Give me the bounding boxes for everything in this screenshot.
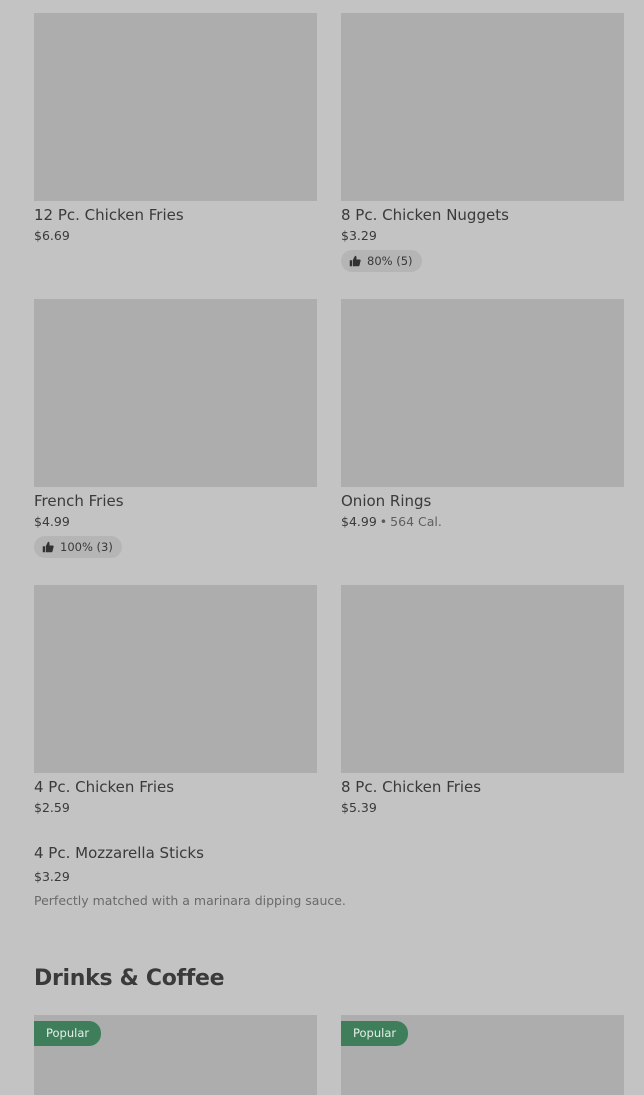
item-image <box>341 13 624 201</box>
drink-card[interactable]: Popular <box>341 1015 624 1095</box>
item-meta: $4.99 • 564 Cal. <box>341 514 624 530</box>
item-name: 4 Pc. Mozzarella Sticks <box>34 844 204 862</box>
item-price: $6.69 <box>34 228 70 243</box>
item-name: 4 Pc. Chicken Fries <box>34 778 175 796</box>
menu-item-card[interactable]: Onion Rings $4.99 • 564 Cal. <box>341 299 624 530</box>
rating-badge: 80% (5) <box>341 250 422 272</box>
menu-item-text[interactable]: 4 Pc. Mozzarella Sticks $3.29 Perfectly … <box>34 844 624 909</box>
menu-item-card[interactable]: French Fries $4.99 100% (3) <box>34 299 317 558</box>
item-price: $4.99 <box>34 514 70 529</box>
separator-dot: • <box>379 514 388 529</box>
menu-item-card[interactable]: 8 Pc. Chicken Fries $5.39 <box>341 585 624 816</box>
item-calories: 564 Cal. <box>390 514 442 529</box>
rating-text: 100% (3) <box>60 540 113 554</box>
section-title: Drinks & Coffee <box>34 966 225 991</box>
item-image <box>341 299 624 487</box>
item-name: French Fries <box>34 492 124 510</box>
menu-item-card[interactable]: 12 Pc. Chicken Fries $6.69 <box>34 13 317 244</box>
item-name: 12 Pc. Chicken Fries <box>34 206 184 224</box>
item-price: $3.29 <box>341 228 377 243</box>
item-name: 8 Pc. Chicken Fries <box>341 778 482 796</box>
item-name: Onion Rings <box>341 492 432 510</box>
rating-badge: 100% (3) <box>34 536 122 558</box>
item-name: 8 Pc. Chicken Nuggets <box>341 206 509 224</box>
item-image <box>34 585 317 773</box>
popular-badge: Popular <box>34 1021 102 1046</box>
item-image <box>341 585 624 773</box>
item-image <box>34 13 317 201</box>
item-price: $4.99 <box>341 514 377 529</box>
item-price: $2.59 <box>34 800 70 815</box>
drink-card[interactable]: Popular <box>34 1015 317 1095</box>
item-description: Perfectly matched with a marinara dippin… <box>34 893 346 908</box>
thumbs-up-icon <box>349 255 361 267</box>
popular-badge: Popular <box>341 1021 409 1046</box>
item-image <box>34 299 317 487</box>
item-price: $5.39 <box>341 800 377 815</box>
menu-item-card[interactable]: 4 Pc. Chicken Fries $2.59 <box>34 585 317 816</box>
thumbs-up-icon <box>42 541 54 553</box>
item-price: $3.29 <box>34 869 70 884</box>
rating-text: 80% (5) <box>367 254 413 268</box>
menu-item-card[interactable]: 8 Pc. Chicken Nuggets $3.29 80% (5) <box>341 13 624 272</box>
